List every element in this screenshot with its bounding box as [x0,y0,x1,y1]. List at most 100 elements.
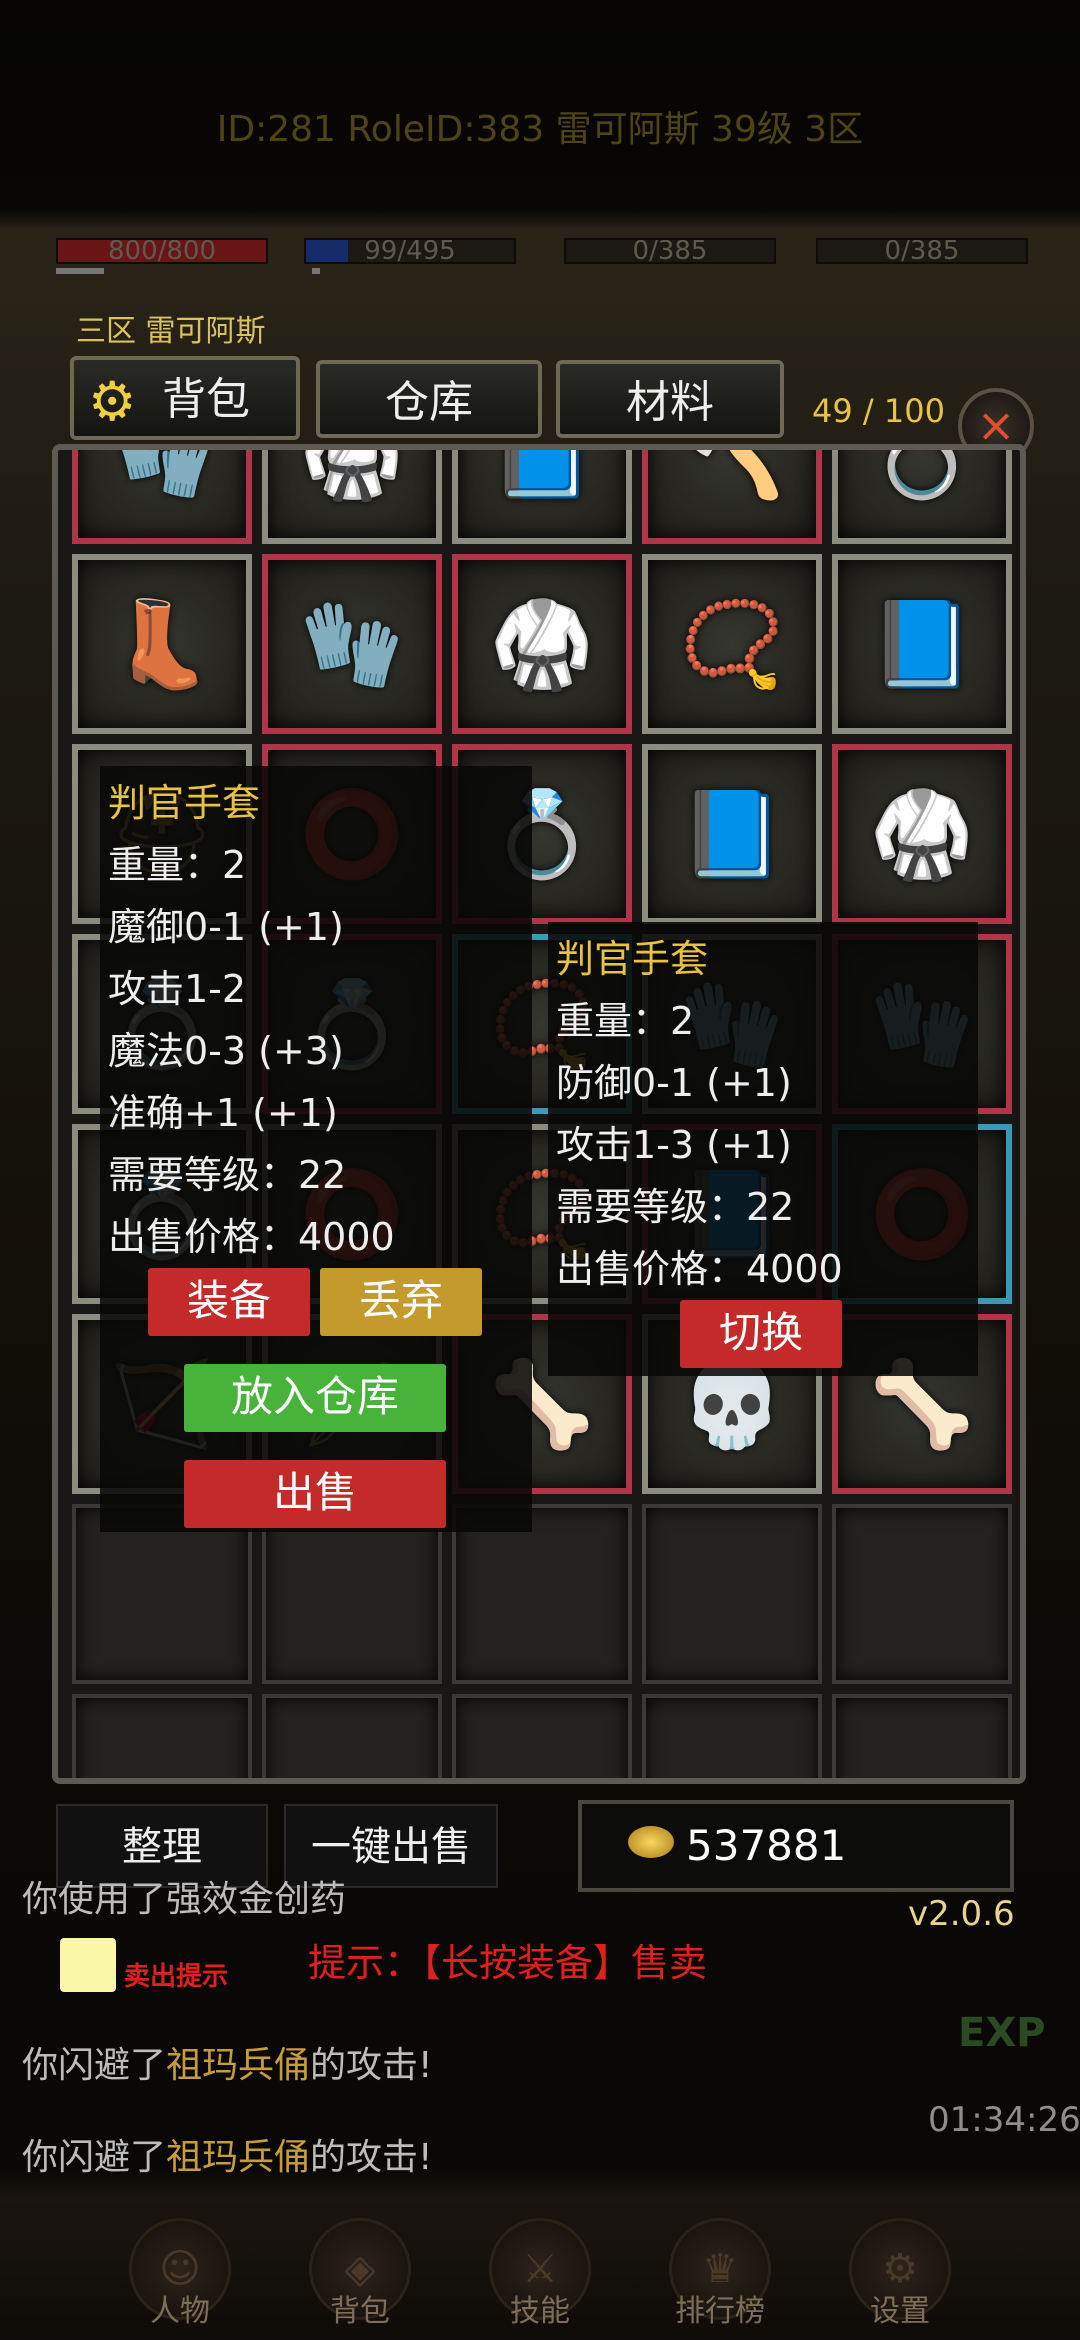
log-line: 你闪避了祖玛兵俑的攻击! [22,2128,432,2180]
gauntlet-icon: 🧤 [299,595,405,693]
sell-hint-checkbox[interactable] [60,1938,116,1992]
store-warehouse-button[interactable]: 放入仓库 [184,1364,446,1432]
version-label: v2.0.6 [908,1894,1015,1934]
exp-button[interactable]: EXP [958,2010,1045,2056]
inventory-slot[interactable]: 🧤 [262,554,442,734]
inventory-slot[interactable]: 👢 [72,554,252,734]
tab-warehouse[interactable]: 仓库 [316,360,542,438]
hp-bar: 800/800 [56,238,268,264]
log-line: 你闪避了祖玛兵俑的攻击! [22,2036,432,2088]
inventory-slot[interactable]: 🥋 [452,554,632,734]
tab-materials-label: 材料 [626,377,714,428]
empty-slot[interactable] [72,1694,252,1778]
item-attack: 攻击1-2 [108,967,247,1011]
inventory-slot[interactable]: 📘 [832,554,1012,734]
role-name: 三区 雷可阿斯 [76,314,266,349]
nav-ranking-label: 排行榜 [675,2294,765,2329]
tab-warehouse-label: 仓库 [385,377,473,428]
inventory-slot[interactable]: 🪓 [642,444,822,544]
inventory-slot[interactable]: 🧤 [72,444,252,544]
log-line: 你使用了强效金创药 [22,1870,346,1922]
stat-bar-3: 0/385 [564,238,776,264]
hp-sub-bar [56,268,104,274]
nav-character-label: 人物 [150,2294,210,2329]
equipped-item-weight: 重量：2 [556,999,695,1043]
discard-button[interactable]: 丢弃 [320,1268,482,1336]
nav-bag[interactable]: ◈ 背包 [300,2218,420,2340]
stat3-label: 0/385 [632,238,708,264]
log-text: 的攻击! [310,2137,433,2178]
ring-icon: 💍 [869,444,975,503]
item-sell-price: 出售价格：4000 [108,1215,395,1259]
empty-slot[interactable] [262,1694,442,1778]
item-magic: 魔法0-3 (+3) [108,1029,344,1073]
gold-coin-icon [628,1826,674,1858]
nav-skills[interactable]: ⚔ 技能 [480,2218,600,2340]
boots-icon: 👢 [109,595,215,693]
equipped-item-attack: 攻击1-3 (+1) [556,1123,792,1167]
book-icon: 📘 [679,785,785,883]
log-text: 你闪避了 [22,2045,167,2086]
item-tooltip-selected: 判官手套 重量：2 魔御0-1 (+1) 攻击1-2 魔法0-3 (+3) 准确… [100,766,532,1532]
item-tooltip-equipped: 判官手套 重量：2 防御0-1 (+1) 攻击1-3 (+1) 需要等级：22 … [548,922,978,1376]
armor-icon: 🥋 [299,444,405,503]
log-monster-name: 祖玛兵俑 [166,2045,311,2086]
nav-bag-label: 背包 [330,2294,390,2329]
equipped-item-required-level: 需要等级：22 [556,1185,795,1229]
bracer-icon: 🧤 [109,444,215,503]
equipped-item-name: 判官手套 [556,937,709,981]
hp-label: 800/800 [107,238,216,264]
tab-bag[interactable]: ⚙ 背包 [70,356,300,440]
mp-bar: 99/495 [304,238,516,264]
axe-icon: 🪓 [679,444,785,503]
inventory-slot[interactable]: 💍 [832,444,1012,544]
stat4-label: 0/385 [884,238,960,264]
item-weight: 重量：2 [108,843,247,887]
book-icon: 📘 [869,595,975,693]
item-accuracy: 准确+1 (+1) [108,1091,338,1135]
nav-character[interactable]: ☺ 人物 [120,2218,240,2340]
bag-capacity: 49 / 100 [812,392,945,430]
nav-skills-label: 技能 [510,2294,570,2329]
inventory-slot[interactable]: 🥋 [832,744,1012,924]
equipped-item-defense: 防御0-1 (+1) [556,1061,792,1105]
equipped-item-sell-price: 出售价格：4000 [556,1247,843,1291]
item-required-level: 需要等级：22 [108,1153,347,1197]
tab-bag-label: 背包 [162,374,250,425]
empty-slot[interactable] [832,1694,1012,1778]
player-info-header: ID:281 RoleID:383 雷可阿斯 39级 3区 [216,109,864,150]
switch-button[interactable]: 切换 [680,1300,842,1368]
tab-materials[interactable]: 材料 [556,360,784,438]
inventory-slot[interactable]: 📘 [452,444,632,544]
inventory-slot[interactable]: 📘 [642,744,822,924]
log-text: 你闪避了 [22,2137,167,2178]
mp-sub-bar [312,268,320,274]
nav-ranking[interactable]: ♛ 排行榜 [660,2218,780,2340]
mp-fill [306,240,348,262]
log-monster-name: 祖玛兵俑 [166,2137,311,2178]
empty-slot[interactable] [452,1694,632,1778]
nav-settings[interactable]: ⚙ 设置 [840,2218,960,2340]
necklace-icon: 📿 [679,595,785,693]
sell-button[interactable]: 出售 [184,1460,446,1528]
game-screen: { "header":{"text":"ID:281 RoleID:383 雷可… [0,0,1080,2340]
mp-label: 99/495 [364,238,456,264]
play-timer: 01:34:26 [928,2100,1080,2140]
long-press-hint: 提示：【长按装备】售卖 [308,1941,708,1985]
inventory-slot[interactable]: 📿 [642,554,822,734]
equip-button[interactable]: 装备 [148,1268,310,1336]
gear-icon: ⚙ [88,370,137,433]
item-magic-defense: 魔御0-1 (+1) [108,905,344,949]
empty-slot[interactable] [642,1694,822,1778]
robe-icon: 🥋 [489,595,595,693]
stat-bar-4: 0/385 [816,238,1028,264]
empty-slot[interactable] [832,1504,1012,1684]
log-text: 的攻击! [310,2045,433,2086]
inventory-slot[interactable]: 🥋 [262,444,442,544]
sell-hint-label: 卖出提示 [124,1962,229,1992]
item-name: 判官手套 [108,781,261,825]
robe-icon: 🥋 [869,785,975,883]
empty-slot[interactable] [642,1504,822,1684]
book-icon: 📘 [489,444,595,503]
log-text: 你使用了强效金创药 [22,1879,347,1920]
